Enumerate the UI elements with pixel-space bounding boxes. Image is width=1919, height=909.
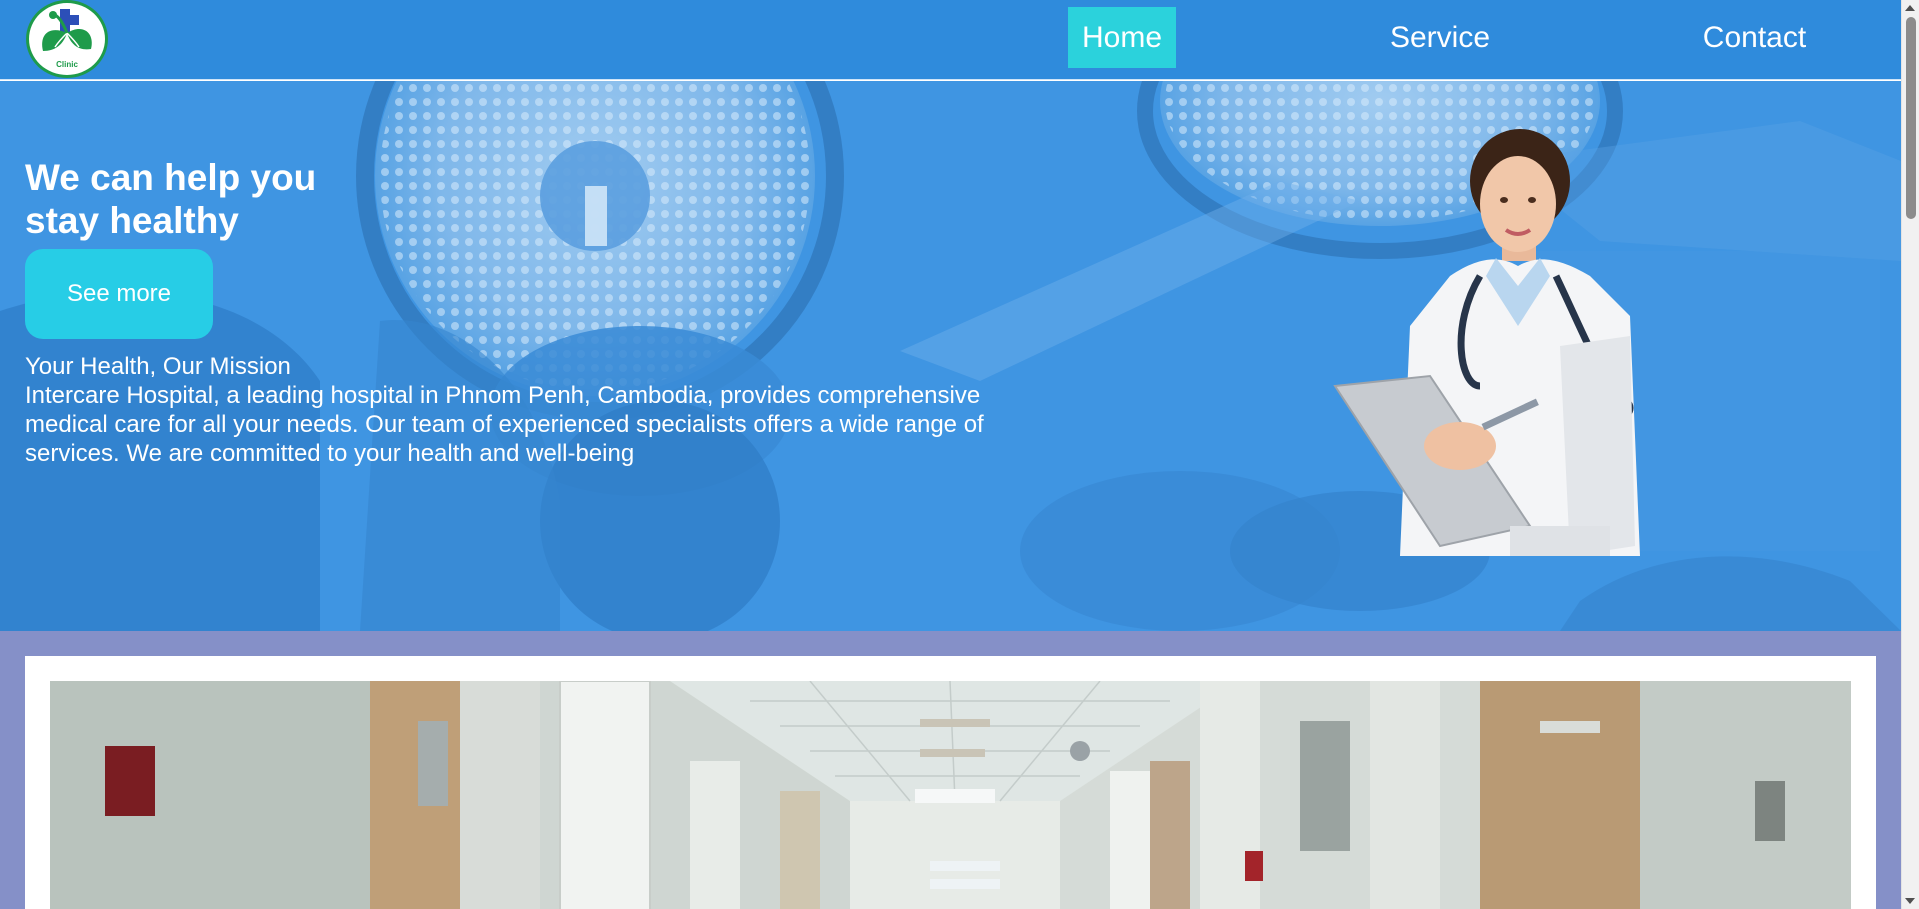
hero-title-line1: We can help you — [25, 157, 317, 198]
header: Clinic Home Service Contact — [0, 0, 1901, 80]
page: Clinic Home Service Contact We can help … — [0, 0, 1901, 909]
doctor-with-clipboard-image — [1333, 129, 1640, 556]
scroll-thumb[interactable] — [1906, 17, 1916, 219]
hero-title: We can help you stay healthy — [25, 156, 445, 242]
gallery-section — [0, 631, 1901, 909]
hero-subtitle: Your Health, Our Mission — [25, 353, 291, 380]
nav-contact[interactable]: Contact — [1682, 7, 1827, 68]
hospital-corridor-illustration — [50, 681, 1851, 909]
vertical-scrollbar[interactable] — [1901, 0, 1919, 909]
scroll-down-arrow-icon[interactable] — [1905, 898, 1915, 904]
see-more-button[interactable]: See more — [25, 249, 213, 339]
hospital-corridor-image — [50, 681, 1851, 909]
gallery-card — [25, 656, 1876, 909]
clinic-logo-icon: Clinic — [42, 9, 92, 69]
clinic-logo[interactable]: Clinic — [26, 0, 108, 78]
hero-description: Intercare Hospital, a leading hospital i… — [25, 382, 984, 467]
hero-title-line2: stay healthy — [25, 200, 239, 241]
hero-section: We can help you stay healthy See more Yo… — [0, 81, 1901, 631]
scroll-up-arrow-icon[interactable] — [1905, 5, 1915, 11]
svg-text:Clinic: Clinic — [56, 60, 78, 69]
nav-service[interactable]: Service — [1365, 7, 1515, 68]
nav-home[interactable]: Home — [1068, 7, 1176, 68]
